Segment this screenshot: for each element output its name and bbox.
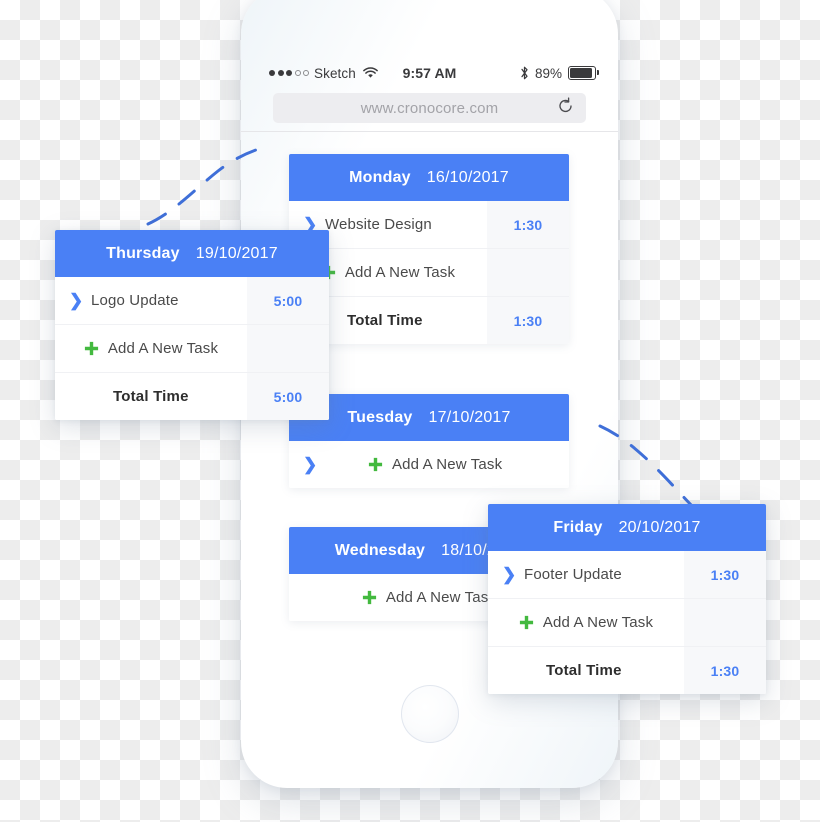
add-task-time-spacer [487,249,569,296]
add-task-main[interactable]: Add A New Task [488,599,684,646]
add-task-time-spacer [684,599,766,646]
add-task-time-spacer [247,325,329,372]
battery-icon [568,66,599,80]
card-header: Tuesday 17/10/2017 [289,394,569,441]
card-body: ❯ Add A New Task [289,441,569,488]
task-row-main: ❯ Footer Update [488,551,684,598]
total-time-label: Total Time [113,388,189,405]
add-task-label: Add A New Task [392,456,503,473]
plus-icon[interactable] [519,615,534,630]
task-row[interactable]: ❯ Footer Update 1:30 [488,551,766,599]
task-row-main: ❯ Logo Update [55,277,247,324]
add-task-row[interactable]: Add A New Task [55,325,329,373]
chevron-right-icon[interactable]: ❯ [502,566,516,583]
task-time: 1:30 [684,551,766,598]
card-body: ❯ Footer Update 1:30 Add A New Task Tota… [488,551,766,694]
total-time-value: 5:00 [247,373,329,420]
day-card-thursday[interactable]: Thursday 19/10/2017 ❯ Logo Update 5:00 A… [55,230,329,420]
task-time: 1:30 [487,201,569,248]
card-day-label: Wednesday [334,541,426,559]
total-row-main: Total Time [488,647,684,694]
task-time: 5:00 [247,277,329,324]
browser-url-bar[interactable]: www.cronocore.com [273,93,586,123]
card-day-label: Thursday [106,244,180,262]
url-text: www.cronocore.com [360,99,499,117]
day-card-tuesday[interactable]: Tuesday 17/10/2017 ❯ Add A New Task [289,394,569,488]
add-task-row[interactable]: Add A New Task [289,249,569,297]
plus-icon[interactable] [368,457,383,472]
day-card-friday[interactable]: Friday 20/10/2017 ❯ Footer Update 1:30 A… [488,504,766,694]
card-body: ❯ Logo Update 5:00 Add A New Task Total … [55,277,329,420]
add-task-label: Add A New Task [385,589,497,606]
total-row-main: Total Time [55,373,247,420]
add-task-main[interactable]: ❯ Add A New Task [289,441,569,488]
card-date-label: 16/10/2017 [426,168,509,186]
task-row[interactable]: ❯ Website Design 1:30 [289,201,569,249]
plus-icon[interactable] [84,341,99,356]
task-row[interactable]: ❯ Logo Update 5:00 [55,277,329,325]
home-button[interactable] [400,685,459,743]
plus-icon[interactable] [362,590,377,605]
reload-icon[interactable] [557,97,574,119]
card-date-label: 19/10/2017 [195,244,278,262]
add-task-row[interactable]: Add A New Task [488,599,766,647]
task-name: Logo Update [91,292,179,309]
total-row: Total Time 5:00 [55,373,329,420]
total-row: Total Time 1:30 [488,647,766,694]
browser-divider [241,131,618,132]
task-name: Website Design [325,216,432,233]
chevron-right-icon[interactable]: ❯ [303,456,317,473]
card-day-label: Monday [349,168,411,186]
card-date-label: 17/10/2017 [428,408,511,426]
card-header: Monday 16/10/2017 [289,154,569,201]
status-bar-time: 9:57 AM [402,65,457,81]
card-body: ❯ Website Design 1:30 Add A New Task Tot… [289,201,569,344]
total-time-label: Total Time [546,662,622,679]
total-time-label: Total Time [347,312,423,329]
total-time-value: 1:30 [487,297,569,344]
add-task-main[interactable]: Add A New Task [55,325,247,372]
card-day-label: Tuesday [347,408,413,426]
chevron-right-icon[interactable]: ❯ [69,292,83,309]
total-time-value: 1:30 [684,647,766,694]
card-date-label: 20/10/2017 [618,518,701,536]
task-name: Footer Update [524,566,622,583]
total-row: Total Time 1:30 [289,297,569,344]
card-header: Thursday 19/10/2017 [55,230,329,277]
add-task-label: Add A New Task [542,614,654,631]
add-task-label: Add A New Task [344,264,456,281]
add-task-row[interactable]: ❯ Add A New Task [289,441,569,488]
status-bar: Sketch 9:57 AM 89% [241,60,618,86]
card-header: Friday 20/10/2017 [488,504,766,551]
day-card-monday[interactable]: Monday 16/10/2017 ❯ Website Design 1:30 … [289,154,569,344]
card-day-label: Friday [553,518,603,536]
add-task-wrap[interactable]: Add A New Task [368,456,502,473]
add-task-label: Add A New Task [107,340,219,357]
